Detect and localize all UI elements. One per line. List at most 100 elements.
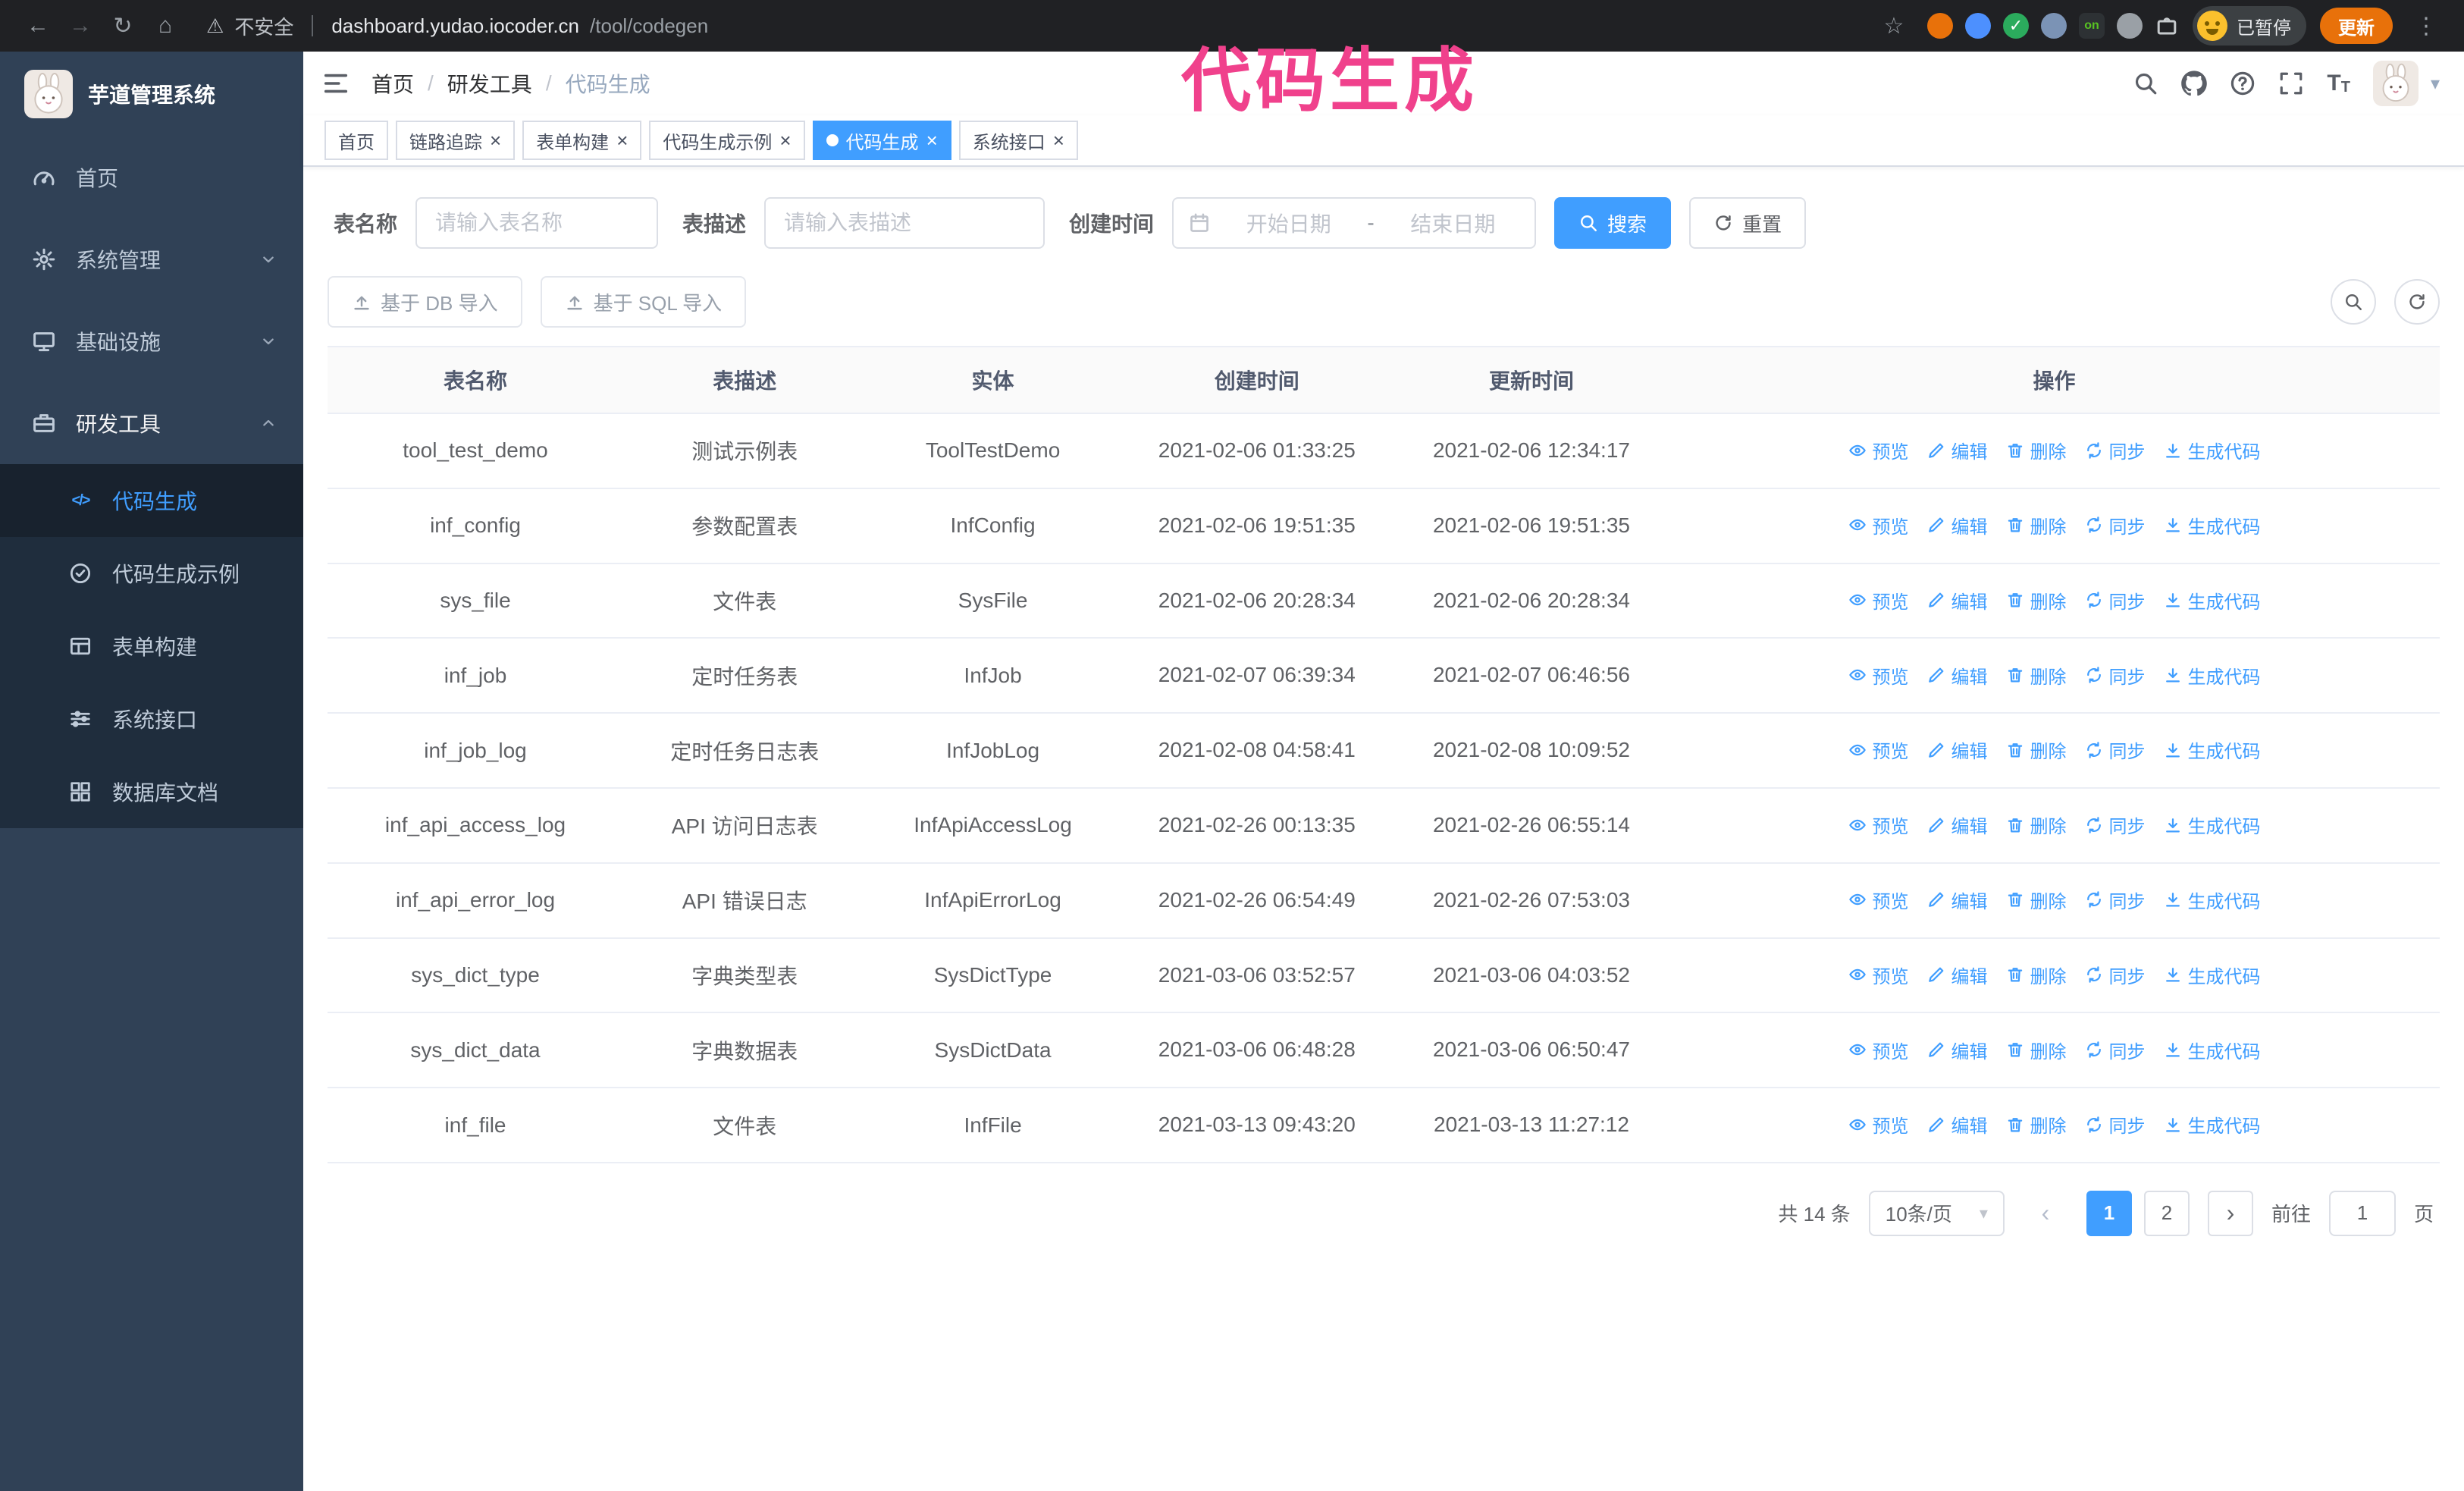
preview-link[interactable]: 预览: [1848, 587, 1909, 614]
close-icon[interactable]: ×: [779, 130, 791, 150]
hamburger-icon[interactable]: [321, 69, 350, 98]
preview-link[interactable]: 预览: [1848, 962, 1909, 988]
import-sql-button[interactable]: 基于 SQL 导入: [540, 276, 747, 328]
close-icon[interactable]: ×: [926, 130, 938, 150]
generate-code-link[interactable]: 生成代码: [2164, 811, 2261, 838]
sync-link[interactable]: 同步: [2085, 1111, 2146, 1138]
edit-link[interactable]: 编辑: [1927, 512, 1988, 538]
sidebar-subitem-codegen[interactable]: </> 代码生成: [0, 464, 303, 537]
sidebar-item-system[interactable]: 系统管理: [0, 218, 303, 300]
edit-link[interactable]: 编辑: [1927, 1037, 1988, 1063]
extension-icon-green-check[interactable]: ✓: [2003, 13, 2029, 39]
address-bar[interactable]: ⚠ 不安全 dashboard.yudao.iocoder.cn/tool/co…: [206, 12, 1871, 40]
edit-link[interactable]: 编辑: [1927, 1111, 1988, 1138]
sidebar-subitem-codegen-example[interactable]: 代码生成示例: [0, 537, 303, 610]
breadcrumb-item[interactable]: 研发工具: [447, 68, 532, 99]
extension-icon-orange[interactable]: [1927, 13, 1953, 39]
profile-paused-badge[interactable]: 已暂停: [2193, 6, 2306, 46]
generate-code-link[interactable]: 生成代码: [2164, 1111, 2261, 1138]
tag-codegen[interactable]: 代码生成 ×: [812, 121, 951, 160]
sidebar-item-infra[interactable]: 基础设施: [0, 300, 303, 382]
sync-link[interactable]: 同步: [2085, 887, 2146, 913]
generate-code-link[interactable]: 生成代码: [2164, 887, 2261, 913]
preview-link[interactable]: 预览: [1848, 512, 1909, 538]
generate-code-link[interactable]: 生成代码: [2164, 1037, 2261, 1063]
breadcrumb-item[interactable]: 首页: [371, 68, 414, 99]
close-icon[interactable]: ×: [490, 130, 501, 150]
edit-link[interactable]: 编辑: [1927, 437, 1988, 463]
delete-link[interactable]: 删除: [2006, 437, 2067, 463]
edit-link[interactable]: 编辑: [1927, 811, 1988, 838]
user-avatar[interactable]: [2372, 61, 2419, 106]
sync-link[interactable]: 同步: [2085, 736, 2146, 763]
preview-link[interactable]: 预览: [1848, 736, 1909, 763]
sync-link[interactable]: 同步: [2085, 437, 2146, 463]
table-desc-input[interactable]: [764, 197, 1045, 249]
generate-code-link[interactable]: 生成代码: [2164, 512, 2261, 538]
generate-code-link[interactable]: 生成代码: [2164, 962, 2261, 988]
generate-code-link[interactable]: 生成代码: [2164, 662, 2261, 689]
extensions-puzzle-icon[interactable]: [2155, 14, 2179, 38]
help-icon[interactable]: [2230, 71, 2256, 96]
preview-link[interactable]: 预览: [1848, 437, 1909, 463]
sync-link[interactable]: 同步: [2085, 587, 2146, 614]
sync-link[interactable]: 同步: [2085, 512, 2146, 538]
search-button[interactable]: 搜索: [1554, 197, 1672, 249]
extension-icon-on-badge[interactable]: on: [2079, 13, 2105, 39]
extension-icon-blue[interactable]: [1965, 13, 1991, 39]
extension-icon-people[interactable]: [2041, 13, 2067, 39]
delete-link[interactable]: 删除: [2006, 736, 2067, 763]
close-icon[interactable]: ×: [616, 130, 628, 150]
fullscreen-icon[interactable]: [2278, 71, 2304, 96]
edit-link[interactable]: 编辑: [1927, 662, 1988, 689]
sync-link[interactable]: 同步: [2085, 962, 2146, 988]
page-size-select[interactable]: 10条/页 ▾: [1868, 1190, 2005, 1236]
create-time-range-picker[interactable]: 开始日期 - 结束日期: [1172, 197, 1537, 249]
sync-link[interactable]: 同步: [2085, 662, 2146, 689]
delete-link[interactable]: 删除: [2006, 662, 2067, 689]
preview-link[interactable]: 预览: [1848, 662, 1909, 689]
edit-link[interactable]: 编辑: [1927, 887, 1988, 913]
sync-link[interactable]: 同步: [2085, 811, 2146, 838]
delete-link[interactable]: 删除: [2006, 887, 2067, 913]
search-icon[interactable]: [2133, 71, 2158, 96]
delete-link[interactable]: 删除: [2006, 962, 2067, 988]
reload-icon[interactable]: ↻: [103, 6, 143, 46]
tag-home[interactable]: 首页: [324, 121, 388, 160]
github-icon[interactable]: [2181, 71, 2208, 96]
edit-link[interactable]: 编辑: [1927, 587, 1988, 614]
chrome-menu-icon[interactable]: ⋮: [2406, 6, 2446, 46]
close-icon[interactable]: ×: [1053, 130, 1064, 150]
app-logo[interactable]: 芋道管理系统: [0, 52, 303, 137]
delete-link[interactable]: 删除: [2006, 587, 2067, 614]
extension-icon-gray[interactable]: [2117, 13, 2143, 39]
next-page-button[interactable]: ›: [2207, 1190, 2253, 1236]
tag-system-api[interactable]: 系统接口 ×: [958, 121, 1078, 160]
generate-code-link[interactable]: 生成代码: [2164, 437, 2261, 463]
sidebar-item-home[interactable]: 首页: [0, 137, 303, 218]
edit-link[interactable]: 编辑: [1927, 736, 1988, 763]
page-button-2[interactable]: 2: [2143, 1190, 2190, 1236]
caret-down-icon[interactable]: ▾: [2431, 73, 2440, 95]
edit-link[interactable]: 编辑: [1927, 962, 1988, 988]
forward-icon[interactable]: →: [61, 6, 100, 46]
toggle-search-button[interactable]: [2331, 279, 2376, 325]
refresh-table-button[interactable]: [2394, 279, 2440, 325]
sidebar-item-devtools[interactable]: 研发工具: [0, 382, 303, 464]
reset-button[interactable]: 重置: [1689, 197, 1807, 249]
goto-page-input[interactable]: [2328, 1190, 2396, 1236]
font-size-icon[interactable]: TT: [2327, 72, 2350, 96]
generate-code-link[interactable]: 生成代码: [2164, 736, 2261, 763]
prev-page-button[interactable]: ‹: [2022, 1190, 2068, 1236]
tag-tracing[interactable]: 链路追踪 ×: [396, 121, 516, 160]
sidebar-subitem-form-builder[interactable]: 表单构建: [0, 610, 303, 683]
sidebar-subitem-db-doc[interactable]: 数据库文档: [0, 755, 303, 828]
delete-link[interactable]: 删除: [2006, 1037, 2067, 1063]
delete-link[interactable]: 删除: [2006, 1111, 2067, 1138]
generate-code-link[interactable]: 生成代码: [2164, 587, 2261, 614]
back-icon[interactable]: ←: [18, 6, 58, 46]
home-icon[interactable]: ⌂: [146, 6, 185, 46]
preview-link[interactable]: 预览: [1848, 1037, 1909, 1063]
delete-link[interactable]: 删除: [2006, 811, 2067, 838]
delete-link[interactable]: 删除: [2006, 512, 2067, 538]
